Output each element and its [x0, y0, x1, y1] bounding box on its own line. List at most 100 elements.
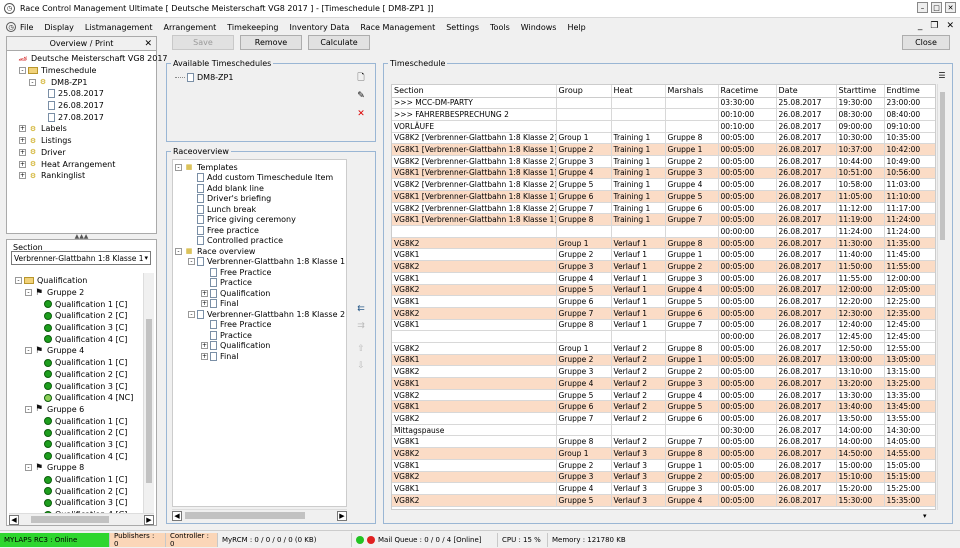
collapse-icon[interactable]: -	[25, 289, 32, 297]
tree-item[interactable]: Free practice	[173, 225, 346, 236]
table-row[interactable]: VG8K2 [Verbrenner-Glattbahn 1:8 Klasse 2…	[392, 178, 935, 191]
tree-item[interactable]: Lunch break	[173, 204, 346, 215]
table-row[interactable]: VG8K2 Group 1 Verlauf 1 Gruppe 8 00:05:00 26.…	[392, 237, 935, 250]
tree-item[interactable]: Qualification 1 [C]	[13, 474, 141, 486]
calculate-button[interactable]: Calculate	[308, 35, 370, 50]
table-row[interactable]: VG8K1 Gruppe 6 Verlauf 1 Gruppe 5 00:05:00 26…	[392, 295, 935, 308]
expand-icon[interactable]: +	[19, 160, 26, 168]
tree-item[interactable]: Practice	[173, 330, 346, 341]
menu-timekeeping[interactable]: Timekeeping	[227, 23, 278, 32]
column-header-date[interactable]: Date	[776, 85, 837, 98]
column-header-section[interactable]: Section	[392, 85, 557, 98]
delete-icon[interactable]: ✕	[354, 107, 368, 121]
menu-display[interactable]: Display	[44, 23, 74, 32]
collapse-icon[interactable]: -	[175, 163, 182, 171]
collapse-icon[interactable]: -	[25, 405, 32, 413]
tree-item[interactable]: + Qualification	[173, 341, 346, 352]
collapse-icon[interactable]: -	[188, 258, 195, 266]
tree-item[interactable]: - Verbrenner-Glattbahn 1:8 Klasse 1	[173, 257, 346, 268]
raceoverview-hscroll-thumb[interactable]	[185, 512, 305, 519]
minimize-icon[interactable]: –	[917, 2, 928, 13]
section-hscroll[interactable]: ◀ ▶	[9, 513, 154, 525]
table-row[interactable]: VG8K2 Group 1 Verlauf 2 Gruppe 8 00:05:00 26.…	[392, 342, 935, 355]
close-button[interactable]: Close	[902, 35, 950, 50]
tree-item[interactable]: - ⚑ Gruppe 6	[13, 404, 141, 416]
menu-race-management[interactable]: Race Management	[360, 23, 435, 32]
tree-item[interactable]: + ⚙ Heat Arrangement	[7, 158, 156, 170]
menu-listmanagement[interactable]: Listmanagement	[85, 23, 153, 32]
section-vscroll-thumb[interactable]	[146, 319, 152, 483]
save-button[interactable]: Save	[172, 35, 234, 50]
tree-item[interactable]: 26.08.2017	[7, 100, 156, 112]
tree-item[interactable]: - Verbrenner-Glattbahn 1:8 Klasse 2	[173, 309, 346, 320]
table-row[interactable]: VG8K1 [Verbrenner-Glattbahn 1:8 Klasse 1…	[392, 143, 935, 156]
menu-file[interactable]: File	[20, 23, 33, 32]
tree-item[interactable]: Price giving ceremony	[173, 215, 346, 226]
tree-item[interactable]: - ▦ Race overview	[173, 246, 346, 257]
tree-item[interactable]: Qualification 4 [C]	[13, 333, 141, 345]
close-panel-icon[interactable]: ✕	[144, 39, 152, 49]
table-row[interactable]: VG8K1 [Verbrenner-Glattbahn 1:8 Klasse 1…	[392, 167, 935, 180]
table-row[interactable]: VG8K2 Gruppe 5 Verlauf 3 Gruppe 4 00:05:00 26…	[392, 494, 935, 507]
tree-item[interactable]: - ⚙ DM8-ZP1	[7, 76, 156, 88]
tree-item[interactable]: - ⚑ Gruppe 4	[13, 345, 141, 357]
table-row[interactable]: VG8K1 Gruppe 4 Verlauf 2 Gruppe 3 00:05:00 26…	[392, 377, 935, 390]
tree-item[interactable]: + Final	[173, 351, 346, 362]
tree-item[interactable]: - Timeschedule	[7, 65, 156, 77]
tree-item[interactable]: Qualification 2 [C]	[13, 310, 141, 322]
menu-arrangement[interactable]: Arrangement	[163, 23, 216, 32]
table-row[interactable]: VG8K2 Gruppe 3 Verlauf 2 Gruppe 2 00:05:00 26…	[392, 365, 935, 378]
tree-item[interactable]: Driver's briefing	[173, 194, 346, 205]
table-row[interactable]: >>> FAHRERBESPRECHUNG 2 00:10:00 26.08.201…	[392, 108, 935, 121]
table-row[interactable]: >>> MCC-DM-PARTY 03:30:00 25.08.2017 19:30:…	[392, 97, 935, 110]
tree-item[interactable]: Qualification 3 [C]	[13, 497, 141, 509]
tree-item[interactable]: + Qualification	[173, 288, 346, 299]
maximize-icon[interactable]: □	[931, 2, 942, 13]
tree-item[interactable]: Add blank line	[173, 183, 346, 194]
collapse-icon[interactable]: -	[25, 464, 32, 472]
expand-icon[interactable]: +	[19, 137, 26, 145]
raceoverview-hscroll[interactable]: ◀ ▶	[172, 509, 347, 521]
scroll-down-icon[interactable]: ▾	[923, 512, 927, 520]
expand-icon[interactable]: +	[201, 352, 208, 360]
table-row[interactable]: VG8K2 Gruppe 7 Verlauf 1 Gruppe 6 00:05:00 26…	[392, 307, 935, 320]
collapse-icon[interactable]: -	[175, 247, 182, 255]
table-row[interactable]: VG8K2 [Verbrenner-Glattbahn 1:8 Klasse 2…	[392, 202, 935, 215]
table-row[interactable]: VG8K1 Gruppe 4 Verlauf 1 Gruppe 3 00:05:00 26…	[392, 272, 935, 285]
tree-item[interactable]: Controlled practice	[173, 236, 346, 247]
table-row[interactable]: VG8K1 Gruppe 2 Verlauf 1 Gruppe 1 00:05:00 26…	[392, 248, 935, 262]
tree-item[interactable]: Qualification 4 [NC]	[13, 392, 141, 404]
tree-item[interactable]: + ⚙ Rankinglist	[7, 170, 156, 182]
close-icon[interactable]: ✕	[945, 2, 956, 13]
tree-item[interactable]: Qualification 2 [C]	[13, 369, 141, 381]
table-row[interactable]: VG8K1 Gruppe 2 Verlauf 2 Gruppe 1 00:05:00 26…	[392, 354, 935, 367]
expand-icon[interactable]: +	[19, 125, 26, 133]
tree-item[interactable]: Free Practice	[173, 320, 346, 331]
table-row[interactable]: VG8K2 Gruppe 5 Verlauf 1 Gruppe 4 00:05:00 26…	[392, 284, 935, 297]
column-header-endtime[interactable]: Endtime	[884, 85, 935, 98]
tree-item[interactable]: Qualification 3 [C]	[13, 380, 141, 392]
menu-tools[interactable]: Tools	[490, 23, 510, 32]
tree-item[interactable]: Free Practice	[173, 267, 346, 278]
table-row[interactable]: VG8K2 Gruppe 3 Verlauf 3 Gruppe 2 00:05:00 26…	[392, 471, 935, 484]
table-row[interactable]: VG8K1 Gruppe 2 Verlauf 3 Gruppe 1 00:05:00 26…	[392, 459, 935, 472]
tree-item[interactable]: - ⚑ Gruppe 8	[13, 462, 141, 474]
mdi-minimize-icon[interactable]: _	[918, 21, 923, 31]
tree-item[interactable]: Qualification 3 [C]	[13, 439, 141, 451]
tree-item[interactable]: - ▦ Templates	[173, 162, 346, 173]
column-header-marshals[interactable]: Marshals	[665, 85, 719, 98]
table-row[interactable]: 00:00:00 26.08.2017 12:45:00 12:45:00	[392, 330, 935, 343]
table-row[interactable]: VG8K1 [Verbrenner-Glattbahn 1:8 Klasse 1…	[392, 190, 935, 203]
tree-item[interactable]: - Qualification	[13, 275, 141, 287]
expand-icon[interactable]: +	[19, 148, 26, 156]
scroll-left-icon[interactable]: ◀	[9, 514, 19, 525]
menu-help[interactable]: Help	[567, 23, 585, 32]
table-row[interactable]: 00:00:00 26.08.2017 11:24:00 11:24:00	[392, 225, 935, 238]
tree-item[interactable]: 25.08.2017	[7, 88, 156, 100]
tree-item[interactable]: + Final	[173, 299, 346, 310]
table-row[interactable]: VG8K2 Gruppe 5 Verlauf 2 Gruppe 4 00:05:00 26…	[392, 389, 935, 402]
table-row[interactable]: VG8K1 Gruppe 8 Verlauf 2 Gruppe 7 00:05:00 26…	[392, 435, 935, 449]
tree-item[interactable]: Qualification 2 [C]	[13, 485, 141, 497]
column-header-starttime[interactable]: Starttime	[836, 85, 885, 98]
timeschedule-list-item[interactable]: DM8-ZP1	[175, 73, 233, 82]
